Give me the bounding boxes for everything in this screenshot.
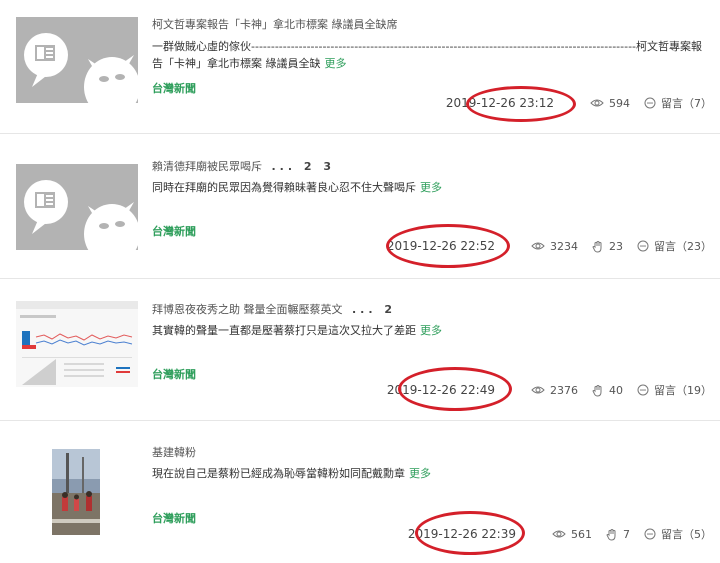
post-source[interactable]: 台灣新聞 [152,366,196,382]
more-link[interactable]: 更多 [409,467,431,480]
more-link[interactable]: 更多 [420,181,442,194]
post-title-text[interactable]: 基建韓粉 [152,446,196,459]
like-button[interactable]: 40 [592,384,623,397]
post-excerpt: 一群做賊心虛的傢伙-------------------------------… [152,38,712,72]
view-count-value: 594 [609,96,630,110]
excerpt-text: 一群做賊心虛的傢伙-------------------------------… [152,40,703,70]
comment-icon [637,240,649,252]
post-meta: 2019-12-26 22:49 2376 40 留言（19） [387,380,712,400]
post-feed: 柯文哲專案報告「卡神」拿北市標案 綠議員全缺席 一群做賊心虛的傢伙-------… [0,0,720,563]
post-title[interactable]: 拜博恩夜夜秀之助 聲量全面輾壓蔡英文 ... 2 [152,301,396,317]
post-card: 柯文哲專案報告「卡神」拿北市標案 綠議員全缺席 一群做賊心虛的傢伙-------… [0,0,720,134]
post-time: 2019-12-26 22:39 [407,527,516,541]
more-link[interactable]: 更多 [325,57,347,70]
street-photo[interactable] [52,449,100,535]
comment-link[interactable]: 留言（7） [644,95,712,111]
post-excerpt: 同時在拜廟的民眾因為覺得賴昧著良心忍不住大聲喝斥 更多 [152,179,712,196]
excerpt-text: 其實韓的聲量一直都是壓著蔡打只是這次又拉大了差距 [152,324,416,337]
pagination-links[interactable]: ... 2 3 [272,160,336,173]
comment-count[interactable]: 留言（23） [654,238,712,254]
post-title[interactable]: 賴清德拜廟被民眾喝斥 ... 2 3 [152,158,335,174]
chart-screenshot[interactable] [16,301,138,387]
post-card: 賴清德拜廟被民眾喝斥 ... 2 3 同時在拜廟的民眾因為覺得賴昧著良心忍不住大… [0,134,720,279]
post-meta: 2019-12-26 22:52 3234 23 留言（23） [387,236,712,256]
comment-count[interactable]: 留言（7） [661,95,712,111]
like-count: 7 [623,527,630,541]
comment-link[interactable]: 留言（5） [644,526,712,542]
news-placeholder-icon[interactable] [16,17,138,103]
post-title-text[interactable]: 柯文哲專案報告「卡神」拿北市標案 綠議員全缺席 [152,18,398,31]
post-excerpt: 現在說自己是蔡粉已經成為恥辱當韓粉如同配戴勳章 更多 [152,465,712,482]
clap-icon [592,240,602,253]
comment-icon [644,97,656,109]
like-count: 40 [609,383,623,397]
view-count: 561 [552,528,592,541]
post-meta: 2019-12-26 23:12 594 留言（7） [446,93,712,113]
post-meta: 2019-12-26 22:39 561 7 留言（5） [408,524,712,544]
post-title-text[interactable]: 賴清德拜廟被民眾喝斥 [152,160,262,173]
post-time: 2019-12-26 23:12 [445,96,554,110]
comment-icon [644,528,656,540]
post-title-text[interactable]: 拜博恩夜夜秀之助 聲量全面輾壓蔡英文 [152,303,343,316]
view-count: 3234 [531,240,578,253]
like-button[interactable]: 23 [592,240,623,253]
view-count-value: 561 [571,527,592,541]
like-count: 23 [609,239,623,253]
post-title[interactable]: 基建韓粉 [152,444,202,460]
clap-icon [606,528,616,541]
eye-icon [531,242,545,250]
like-button[interactable]: 7 [606,528,630,541]
eye-icon [552,530,566,538]
excerpt-text: 同時在拜廟的民眾因為覺得賴昧著良心忍不住大聲喝斥 [152,181,416,194]
pagination-links[interactable]: ... 2 [352,303,396,316]
post-time: 2019-12-26 22:52 [386,239,495,253]
view-count: 2376 [531,384,578,397]
view-count-value: 3234 [550,239,578,253]
more-link[interactable]: 更多 [420,324,442,337]
post-time: 2019-12-26 22:49 [386,383,495,397]
view-count: 594 [590,97,630,110]
eye-icon [531,386,545,394]
comment-link[interactable]: 留言（19） [637,382,712,398]
comment-icon [637,384,649,396]
post-card: 基建韓粉 現在說自己是蔡粉已經成為恥辱當韓粉如同配戴勳章 更多 台灣新聞 2019… [0,421,720,563]
news-placeholder-icon[interactable] [16,164,138,250]
post-source[interactable]: 台灣新聞 [152,223,196,239]
post-card: 拜博恩夜夜秀之助 聲量全面輾壓蔡英文 ... 2 其實韓的聲量一直都是壓著蔡打只… [0,279,720,421]
clap-icon [592,384,602,397]
eye-icon [590,99,604,107]
excerpt-text: 現在說自己是蔡粉已經成為恥辱當韓粉如同配戴勳章 [152,467,405,480]
comment-count[interactable]: 留言（19） [654,382,712,398]
comment-link[interactable]: 留言（23） [637,238,712,254]
view-count-value: 2376 [550,383,578,397]
post-excerpt: 其實韓的聲量一直都是壓著蔡打只是這次又拉大了差距 更多 [152,322,712,339]
comment-count[interactable]: 留言（5） [661,526,712,542]
post-source[interactable]: 台灣新聞 [152,510,196,526]
post-title[interactable]: 柯文哲專案報告「卡神」拿北市標案 綠議員全缺席 [152,16,404,32]
post-source[interactable]: 台灣新聞 [152,80,196,96]
